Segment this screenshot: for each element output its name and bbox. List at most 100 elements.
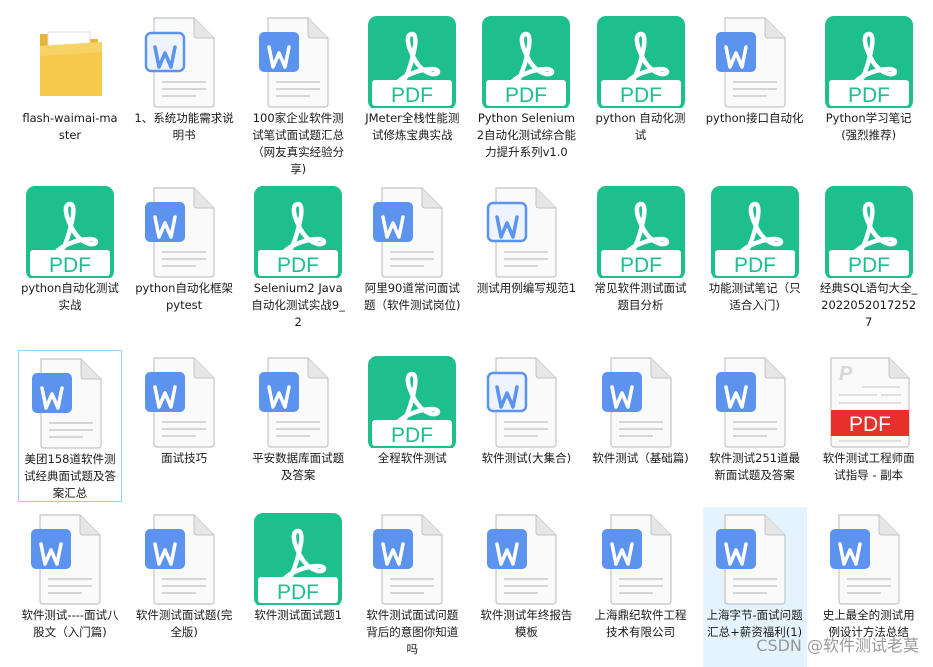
file-name: Selenium2 Java自动化测试实战9_2 xyxy=(251,281,345,329)
file-item[interactable]: 软件测试年终报告模板 xyxy=(474,507,578,667)
word-icon xyxy=(474,509,578,605)
file-item[interactable]: python自动化框架pytest xyxy=(132,180,236,332)
pdf-icon: PDF xyxy=(703,182,807,280)
file-item[interactable]: 软件测试251道最新面试题及答案 xyxy=(703,350,807,502)
file-item[interactable]: 面试技巧 xyxy=(132,350,236,502)
file-item[interactable]: 1、系统功能需求说明书 xyxy=(132,10,236,162)
file-item[interactable]: 上海鼎纪软件工程技术有限公司 xyxy=(589,507,693,667)
pdf-icon: PDF xyxy=(817,12,921,110)
file-item[interactable]: PDF python 自动化测试 xyxy=(589,10,693,162)
file-name: 软件测试面试题(完全版) xyxy=(135,608,233,639)
pdf-icon: PDF xyxy=(360,12,464,110)
pdf-icon: PDF xyxy=(474,12,578,110)
file-item[interactable]: PDF Selenium2 Java自动化测试实战9_2 xyxy=(246,180,350,332)
pdf-icon: PDF xyxy=(246,182,350,280)
pdf-icon: PDF xyxy=(589,182,693,280)
file-item[interactable]: P PDF 软件测试工程师面试指导 - 副本 xyxy=(817,350,921,502)
file-name: 100家企业软件测试笔试面试题汇总（网友真实经验分享) xyxy=(252,111,345,176)
svg-text:PDF: PDF xyxy=(620,254,662,277)
word-icon xyxy=(18,509,122,605)
pdf-icon: PDF xyxy=(817,182,921,280)
file-item[interactable]: 平安数据库面试题及答案 xyxy=(246,350,350,502)
file-item[interactable]: 100家企业软件测试笔试面试题汇总（网友真实经验分享) xyxy=(246,10,350,176)
file-name: python 自动化测试 xyxy=(595,111,686,142)
word-outline-icon xyxy=(132,12,236,108)
file-item[interactable]: PDF 经典SQL语句大全_20220520172527 xyxy=(817,180,921,332)
file-item[interactable]: 软件测试----面试八股文（入门篇) xyxy=(18,507,122,667)
word-icon xyxy=(817,509,921,605)
svg-text:PDF: PDF xyxy=(49,254,91,277)
word-icon xyxy=(132,509,236,605)
word-outline-icon xyxy=(474,352,578,448)
file-name: 平安数据库面试题及答案 xyxy=(252,451,345,482)
file-item[interactable]: PDF 常见软件测试面试题目分析 xyxy=(589,180,693,332)
file-item[interactable]: 测试用例编写规范1 xyxy=(474,180,578,332)
file-name: 常见软件测试面试题目分析 xyxy=(594,281,687,312)
word-icon xyxy=(589,352,693,448)
file-item[interactable]: 美团158道软件测试经典面试题及答案汇总 xyxy=(18,350,122,502)
svg-text:PDF: PDF xyxy=(848,254,890,277)
file-item[interactable]: PDF 软件测试面试题1 xyxy=(246,507,350,667)
file-name: 美团158道软件测试经典面试题及答案汇总 xyxy=(24,452,116,500)
svg-text:PDF: PDF xyxy=(734,254,776,277)
pdf-icon: PDF xyxy=(360,352,464,450)
word-icon xyxy=(19,353,121,449)
file-name: python自动化测试实战 xyxy=(21,281,119,312)
file-name: 面试技巧 xyxy=(161,451,208,465)
file-item[interactable]: 软件测试(大集合) xyxy=(474,350,578,502)
file-name: 经典SQL语句大全_20220520172527 xyxy=(819,281,918,329)
svg-text:PDF: PDF xyxy=(277,254,319,277)
file-name: 测试用例编写规范1 xyxy=(476,281,577,295)
file-name: JMeter全栈性能测试修炼宝典实战 xyxy=(365,111,460,142)
file-name: Python学习笔记(强烈推荐) xyxy=(825,111,912,142)
file-item[interactable]: 阿里90道常问面试题（软件测试岗位) xyxy=(360,180,464,332)
word-icon xyxy=(703,509,807,605)
file-item[interactable]: PDF Python学习笔记(强烈推荐) xyxy=(817,10,921,162)
svg-text:PDF: PDF xyxy=(391,84,433,107)
file-name: 软件测试----面试八股文（入门篇) xyxy=(21,608,119,639)
word-icon xyxy=(246,12,350,108)
watermark: CSDN @软件测试老莫 xyxy=(756,636,919,655)
file-item[interactable]: PDF Python Selenium2自动化测试综合能力提升系列v1.0 xyxy=(474,10,578,162)
word-icon xyxy=(703,12,807,108)
file-item[interactable]: 软件测试（基础篇) xyxy=(589,350,693,502)
file-item[interactable]: 软件测试面试题(完全版) xyxy=(132,507,236,667)
file-item[interactable]: PDF python自动化测试实战 xyxy=(18,180,122,332)
svg-text:PDF: PDF xyxy=(848,84,890,107)
word-icon xyxy=(132,182,236,278)
file-item[interactable]: PDF 全程软件测试 xyxy=(360,350,464,502)
file-name: flash-waimai-master xyxy=(22,111,118,142)
file-name: 软件测试251道最新面试题及答案 xyxy=(709,451,801,482)
file-name: 软件测试年终报告模板 xyxy=(480,608,573,639)
file-name: 功能测试笔记（只适合入门) xyxy=(708,281,801,312)
svg-text:PDF: PDF xyxy=(620,84,662,107)
file-name: 软件测试工程师面试指导 - 副本 xyxy=(822,451,915,482)
file-name: 软件测试（基础篇) xyxy=(592,451,689,465)
file-name: python自动化框架pytest xyxy=(135,281,233,312)
word-icon xyxy=(132,352,236,448)
pdf-icon: PDF xyxy=(18,182,122,280)
svg-text:PDF: PDF xyxy=(505,84,547,107)
pdf-icon: PDF xyxy=(246,509,350,607)
file-item[interactable]: 软件测试面试问题背后的意图你知道吗 xyxy=(360,507,464,667)
folder-icon xyxy=(18,12,122,108)
file-name: 上海鼎纪软件工程技术有限公司 xyxy=(594,608,687,639)
word-icon xyxy=(589,509,693,605)
file-name: 软件测试面试问题背后的意图你知道吗 xyxy=(366,608,459,656)
word-icon xyxy=(703,352,807,448)
file-item[interactable]: PDF JMeter全栈性能测试修炼宝典实战 xyxy=(360,10,464,162)
word-icon xyxy=(246,352,350,448)
pdf-icon: PDF xyxy=(589,12,693,110)
file-item[interactable]: PDF 功能测试笔记（只适合入门) xyxy=(703,180,807,332)
word-outline-icon xyxy=(474,182,578,278)
file-name: python接口自动化 xyxy=(705,111,804,125)
svg-text:PDF: PDF xyxy=(849,413,891,436)
file-name: 1、系统功能需求说明书 xyxy=(134,111,234,142)
file-name: 软件测试面试题1 xyxy=(254,608,343,622)
word-icon xyxy=(360,509,464,605)
file-item[interactable]: flash-waimai-master xyxy=(18,10,122,162)
file-name: 阿里90道常问面试题（软件测试岗位) xyxy=(364,281,461,312)
file-name: 软件测试(大集合) xyxy=(481,451,572,465)
word-icon xyxy=(360,182,464,278)
file-item[interactable]: python接口自动化 xyxy=(703,10,807,162)
